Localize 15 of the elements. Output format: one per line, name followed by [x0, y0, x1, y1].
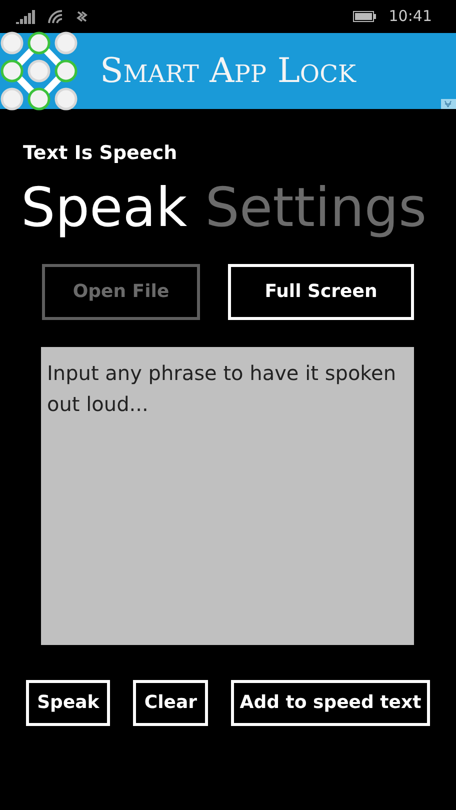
phrase-input-field[interactable]: Input any phrase to have it spoken out loud... — [41, 346, 414, 644]
button[interactable]: Clear — [133, 680, 208, 726]
battery-icon — [352, 11, 377, 22]
button[interactable]: Speak — [26, 680, 110, 726]
pivot-tab[interactable]: Speak — [21, 170, 188, 246]
ad-info-icon[interactable] — [441, 99, 456, 109]
signal-icon — [16, 10, 36, 24]
button[interactable]: Add to speed text — [230, 680, 430, 726]
wifi-icon — [48, 10, 64, 24]
status-time: 10:41 — [388, 6, 432, 28]
pivot-tab[interactable]: Settings — [205, 170, 427, 246]
button[interactable]: Full Screen — [228, 264, 414, 320]
app-title: Text Is Speech — [23, 141, 178, 166]
vibrate-icon — [76, 10, 88, 24]
ad-title: Smart App Lock — [100, 50, 356, 92]
